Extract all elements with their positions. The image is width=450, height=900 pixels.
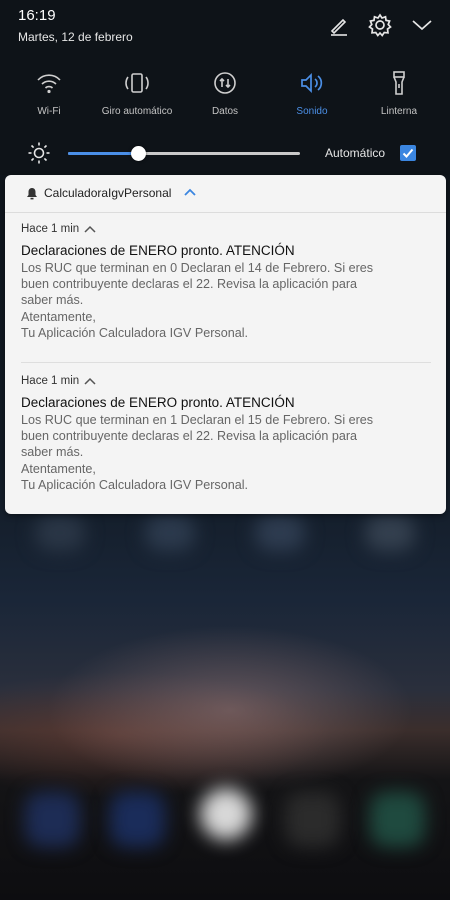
notification-time: Hace 1 min bbox=[21, 375, 80, 387]
toggle-label: Sonido bbox=[296, 106, 328, 117]
brightness-slider-fill bbox=[68, 152, 138, 155]
date-label: Martes, 12 de febrero bbox=[18, 30, 133, 44]
blurred-app-icon bbox=[145, 515, 195, 551]
notification-body-line: Atentamente, bbox=[21, 309, 96, 324]
toggle-flashlight[interactable]: Linterna bbox=[354, 68, 444, 117]
blurred-dock-icon bbox=[285, 792, 340, 847]
app-name: CalculadoraIgvPersonal bbox=[44, 186, 172, 200]
notification-body-line: Atentamente, bbox=[21, 461, 96, 476]
blurred-dock-icon bbox=[110, 792, 165, 847]
notification-body: Los RUC que terminan en 1 Declaran el 15… bbox=[21, 412, 431, 493]
brightness-icon bbox=[28, 142, 50, 164]
notification-item[interactable]: Hace 1 min Declaraciones de ENERO pronto… bbox=[21, 223, 431, 341]
gear-icon[interactable] bbox=[367, 12, 393, 38]
blurred-app-icon bbox=[255, 515, 305, 551]
notification-body-line: Los RUC que terminan en 0 Declaran el 14… bbox=[21, 261, 374, 275]
notification-body-line: Tu Aplicación Calculadora IGV Personal. bbox=[21, 325, 249, 340]
toggle-data[interactable]: Datos bbox=[180, 68, 270, 117]
notification-body-line: buen contribuyente declaras el 22. Revis… bbox=[21, 429, 358, 444]
brightness-slider-thumb[interactable] bbox=[130, 146, 146, 161]
data-icon bbox=[214, 72, 236, 94]
toggle-auto-rotate[interactable]: Giro automático bbox=[92, 68, 182, 117]
notification-body-line: Tu Aplicación Calculadora IGV Personal. bbox=[21, 477, 249, 492]
rotate-icon bbox=[125, 73, 149, 93]
toggle-sound[interactable]: Sonido bbox=[267, 68, 357, 117]
notification-body: Los RUC que terminan en 0 Declaran el 14… bbox=[21, 260, 431, 341]
toggle-label: Giro automático bbox=[101, 106, 173, 117]
blurred-dock-icon bbox=[200, 788, 252, 840]
toggle-label: Datos bbox=[211, 106, 239, 117]
notification-title: Declaraciones de ENERO pronto. ATENCIÓN bbox=[21, 395, 295, 410]
notification-body-line: buen contribuyente declaras el 22. Revis… bbox=[21, 277, 358, 292]
chevron-up-icon[interactable] bbox=[184, 188, 196, 197]
brightness-slider[interactable] bbox=[68, 146, 300, 161]
chevron-down-icon[interactable] bbox=[409, 12, 435, 38]
notification-time: Hace 1 min bbox=[21, 223, 80, 235]
notification-body-line: saber más. bbox=[21, 293, 84, 308]
toggle-label: Wi-Fi bbox=[37, 106, 61, 117]
notification-divider bbox=[21, 362, 431, 363]
blurred-dock-icon bbox=[370, 792, 425, 847]
auto-brightness-checkbox[interactable] bbox=[400, 145, 416, 161]
chevron-up-icon[interactable] bbox=[84, 377, 96, 385]
blurred-dock-icon bbox=[25, 792, 80, 847]
toggle-label: Linterna bbox=[380, 106, 418, 117]
edit-icon[interactable] bbox=[326, 12, 352, 38]
checkmark-icon bbox=[402, 148, 414, 158]
notification-card[interactable]: CalculadoraIgvPersonal Hace 1 min Declar… bbox=[5, 175, 446, 514]
sound-icon bbox=[301, 72, 323, 94]
blurred-app-icon bbox=[365, 515, 415, 551]
notification-body-line: Los RUC que terminan en 1 Declaran el 15… bbox=[21, 413, 374, 427]
chevron-up-icon[interactable] bbox=[84, 225, 96, 233]
auto-brightness-label: Automático bbox=[325, 146, 386, 160]
wifi-icon bbox=[37, 74, 61, 94]
notification-body-line: saber más. bbox=[21, 445, 84, 460]
blurred-app-icon bbox=[35, 515, 85, 551]
notification-header[interactable]: CalculadoraIgvPersonal bbox=[5, 175, 446, 213]
bell-icon bbox=[27, 188, 37, 200]
notification-title: Declaraciones de ENERO pronto. ATENCIÓN bbox=[21, 243, 295, 258]
toggle-wifi[interactable]: Wi-Fi bbox=[4, 68, 94, 117]
notification-item[interactable]: Hace 1 min Declaraciones de ENERO pronto… bbox=[21, 375, 431, 493]
clock: 16:19 bbox=[18, 7, 56, 24]
flashlight-icon bbox=[393, 71, 405, 95]
